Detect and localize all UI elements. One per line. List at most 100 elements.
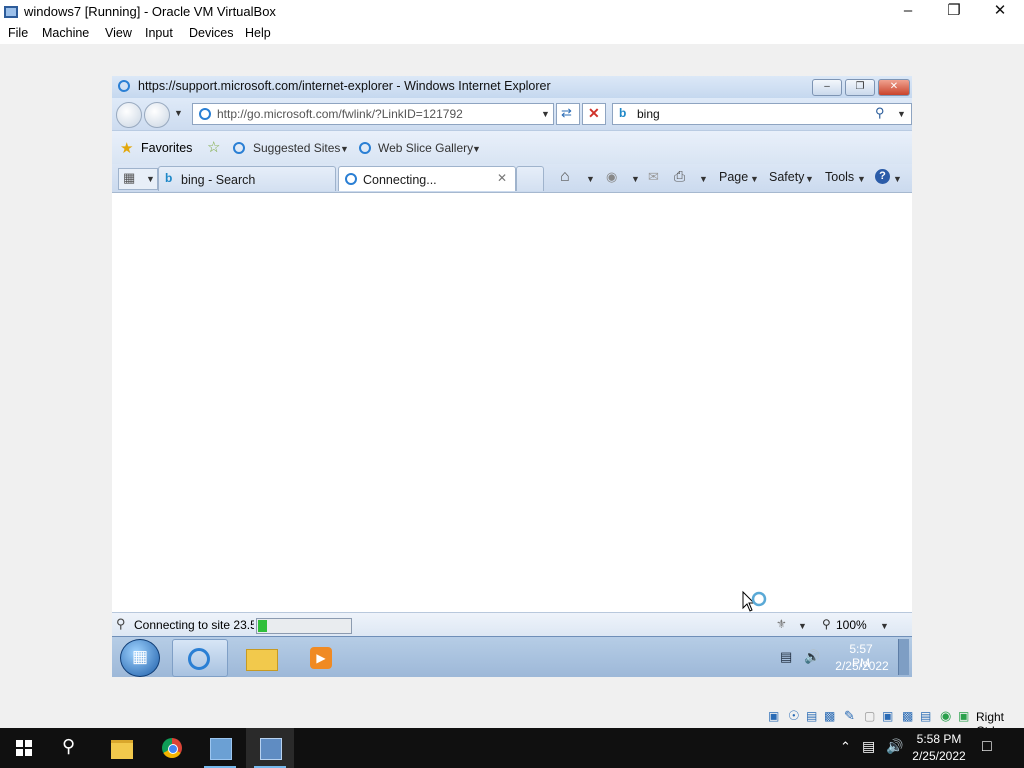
show-desktop-button[interactable] (898, 639, 909, 675)
mouse-integration-icon[interactable]: ▣ (958, 709, 969, 723)
audio-icon[interactable]: ▤ (806, 709, 817, 723)
suggested-sites-icon (233, 142, 245, 154)
status-search-icon: ⚲ (116, 616, 126, 631)
quick-tabs-button[interactable]: ▦ ▼ (118, 168, 158, 190)
vt-x-icon[interactable]: ▤ (920, 709, 931, 723)
tab-row: ▦ ▼ b bing - Search Connecting... ✕ ⌂ ▼ … (112, 164, 912, 192)
search-icon[interactable]: ⚲ (875, 105, 885, 121)
shared-folders-icon[interactable]: ▢ (864, 709, 875, 723)
back-button[interactable] (116, 102, 142, 128)
safety-menu[interactable]: Safety (769, 170, 804, 184)
menu-devices[interactable]: Devices (189, 26, 233, 40)
restore-button[interactable]: ❐ (931, 0, 977, 24)
feeds-dropdown-icon[interactable]: ▼ (631, 174, 640, 184)
optical-drive-icon[interactable]: ☉ (788, 708, 800, 724)
protected-mode-dropdown-icon[interactable]: ▼ (798, 621, 807, 631)
virtualbox-icon (4, 6, 18, 18)
win10-vm-window[interactable] (246, 728, 294, 768)
stop-button[interactable]: ✕ (582, 103, 606, 125)
close-button[interactable]: ✕ (977, 0, 1023, 24)
guest-additions-icon[interactable]: ◉ (940, 708, 951, 724)
help-icon[interactable]: ? (875, 169, 890, 184)
win10-chrome[interactable] (148, 728, 196, 768)
menu-view[interactable]: View (105, 26, 132, 40)
favorites-bar: ★ Favorites ☆ Suggested Sites ▼ Web Slic… (112, 130, 912, 165)
zoom-level[interactable]: 100% (836, 618, 867, 632)
refresh-button[interactable]: ⇄ (556, 103, 580, 125)
search-box[interactable]: b bing ⚲ ▼ (612, 103, 912, 125)
print-dropdown-icon[interactable]: ▼ (699, 174, 708, 184)
volume-icon[interactable]: 🔊 (886, 738, 903, 755)
favorites-button[interactable]: Favorites (141, 141, 192, 155)
win10-search-button[interactable]: ⚲ (48, 728, 96, 768)
suggested-sites-dropdown-icon[interactable]: ▼ (340, 144, 349, 154)
web-slice-dropdown-icon[interactable]: ▼ (472, 144, 481, 154)
display-icon[interactable]: ▣ (882, 709, 893, 723)
usb-icon[interactable]: ✎ (844, 708, 855, 724)
protected-mode-icon[interactable]: ⚜ (776, 617, 787, 631)
ie-restore-button[interactable]: ❐ (845, 79, 875, 96)
search-icon: ⚲ (62, 736, 76, 756)
show-hidden-icons-icon[interactable]: ⌃ (840, 739, 851, 755)
tab-bing-search[interactable]: b bing - Search (158, 166, 336, 191)
chrome-icon (162, 738, 182, 758)
home-dropdown-icon[interactable]: ▼ (586, 174, 595, 184)
taskbar-ie[interactable] (172, 639, 228, 677)
network-adapter-icon[interactable]: ▩ (824, 709, 835, 723)
ie-title-bar: https://support.microsoft.com/internet-e… (112, 76, 912, 99)
tab-list-icon[interactable]: ▼ (146, 174, 155, 184)
recent-pages-chevron-icon[interactable]: ▼ (174, 108, 183, 118)
start-button[interactable]: ▦ (120, 639, 160, 677)
feeds-icon[interactable]: ◉ (606, 169, 617, 185)
windows-logo-icon: ▦ (132, 647, 149, 666)
page-ie-icon (199, 108, 211, 120)
zoom-dropdown-icon[interactable]: ▼ (880, 621, 889, 631)
menu-help[interactable]: Help (245, 26, 271, 40)
taskbar-media-player[interactable]: ▶ (296, 639, 350, 675)
address-bar[interactable]: http://go.microsoft.com/fwlink/?LinkID=1… (192, 103, 554, 125)
address-dropdown-icon[interactable]: ▼ (541, 109, 550, 119)
menu-machine[interactable]: Machine (42, 26, 89, 40)
recording-icon[interactable]: ▩ (902, 709, 913, 723)
win10-virtualbox-manager[interactable] (196, 728, 244, 768)
new-tab-button[interactable] (516, 166, 544, 191)
help-dropdown-icon[interactable]: ▼ (893, 174, 902, 184)
tab-connecting[interactable]: Connecting... ✕ (338, 166, 516, 191)
taskbar-explorer[interactable] (234, 639, 288, 675)
host-clock-time[interactable]: 5:58 PM (912, 732, 966, 746)
network-icon[interactable]: ▤ (780, 649, 792, 665)
safety-dropdown-icon[interactable]: ▼ (805, 174, 814, 184)
host-clock-date[interactable]: 2/25/2022 (908, 749, 970, 763)
win10-file-explorer[interactable] (98, 728, 146, 768)
close-tab-icon[interactable]: ✕ (497, 171, 507, 185)
search-options-icon[interactable]: ▼ (897, 109, 906, 119)
tab-label: Connecting... (363, 173, 437, 187)
read-mail-icon[interactable]: ✉ (648, 169, 659, 185)
page-dropdown-icon[interactable]: ▼ (750, 174, 759, 184)
volume-icon[interactable]: 🔊 (804, 649, 820, 665)
action-center-icon[interactable]: □ (982, 738, 992, 756)
file-explorer-icon (111, 740, 133, 759)
print-icon[interactable]: ⎙ (674, 168, 685, 185)
home-icon[interactable]: ⌂ (560, 168, 570, 186)
forward-button[interactable] (144, 102, 170, 128)
host-menu-bar: File Machine View Input Devices Help (0, 24, 1024, 44)
menu-file[interactable]: File (8, 26, 28, 40)
web-slice-gallery-link[interactable]: Web Slice Gallery (378, 141, 473, 155)
tools-menu[interactable]: Tools (825, 170, 854, 184)
add-to-favorites-icon[interactable]: ☆ (207, 138, 220, 156)
minimize-button[interactable]: – (885, 0, 931, 24)
search-text: bing (637, 107, 660, 121)
page-menu[interactable]: Page (719, 170, 748, 184)
win10-start-button[interactable] (0, 728, 48, 768)
suggested-sites-link[interactable]: Suggested Sites (253, 141, 340, 155)
network-icon[interactable]: ▤ (862, 738, 875, 755)
ie-icon (118, 80, 130, 92)
ie-close-button[interactable]: ✕ (878, 79, 910, 96)
hdd-icon[interactable]: ▣ (768, 709, 779, 723)
menu-input[interactable]: Input (145, 26, 173, 40)
progress-bar (256, 618, 352, 634)
guest-clock-date[interactable]: 2/25/2022 (834, 659, 890, 673)
tools-dropdown-icon[interactable]: ▼ (857, 174, 866, 184)
ie-minimize-button[interactable]: – (812, 79, 842, 96)
